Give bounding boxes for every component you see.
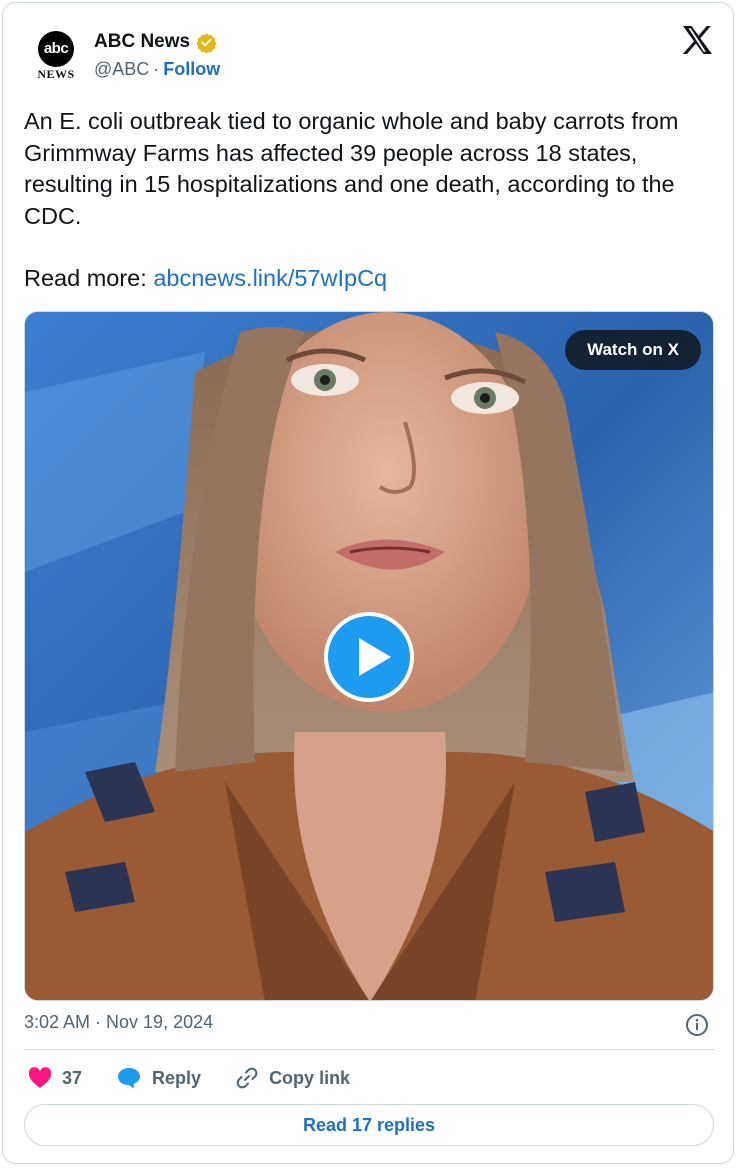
author-handle[interactable]: @ABC: [94, 59, 149, 80]
verified-badge-icon: [196, 32, 217, 53]
read-more-line: Read more: abcnews.link/57wIpCq: [24, 263, 714, 295]
reply-label: Reply: [152, 1067, 202, 1088]
heart-icon: [28, 1067, 52, 1088]
reply-bubble-icon: [118, 1068, 141, 1089]
author-display-name[interactable]: ABC News: [94, 31, 190, 53]
read-replies-button[interactable]: Read 17 replies: [24, 1104, 714, 1146]
x-logo-icon[interactable]: [681, 25, 713, 55]
divider: [24, 1049, 714, 1050]
reply-button[interactable]: Reply: [116, 1066, 201, 1090]
watch-on-x-button[interactable]: Watch on X: [565, 330, 701, 370]
info-icon[interactable]: [685, 1013, 709, 1037]
play-button[interactable]: [324, 612, 414, 702]
follow-link[interactable]: Follow: [163, 59, 220, 80]
copy-link-label: Copy link: [269, 1067, 351, 1088]
abc-logo-news-text: NEWS: [37, 67, 75, 81]
author-handle-row: @ABC · Follow: [94, 59, 220, 80]
post-body: An E. coli outbreak tied to organic whol…: [24, 108, 679, 229]
handle-separator: ·: [153, 59, 160, 79]
read-more-prefix: Read more:: [24, 265, 154, 291]
author-avatar[interactable]: abc NEWS: [29, 25, 83, 81]
article-link[interactable]: abcnews.link/57wIpCq: [153, 265, 387, 291]
embedded-post-card: abc NEWS ABC News @ABC · Follow An E. co…: [2, 2, 734, 1164]
post-timestamp[interactable]: 3:02 AM · Nov 19, 2024: [24, 1012, 213, 1033]
abc-logo: abc: [38, 31, 74, 67]
action-bar: 37 Reply Copy link: [28, 1065, 384, 1091]
copy-link-button[interactable]: Copy link: [235, 1066, 350, 1090]
like-count: 37: [62, 1067, 83, 1088]
author-name-row: ABC News: [94, 31, 217, 53]
video-player[interactable]: Watch on X: [24, 311, 714, 1001]
play-icon: [359, 638, 391, 676]
post-text: An E. coli outbreak tied to organic whol…: [24, 106, 714, 295]
like-button[interactable]: 37: [28, 1067, 82, 1089]
link-icon: [236, 1067, 258, 1089]
